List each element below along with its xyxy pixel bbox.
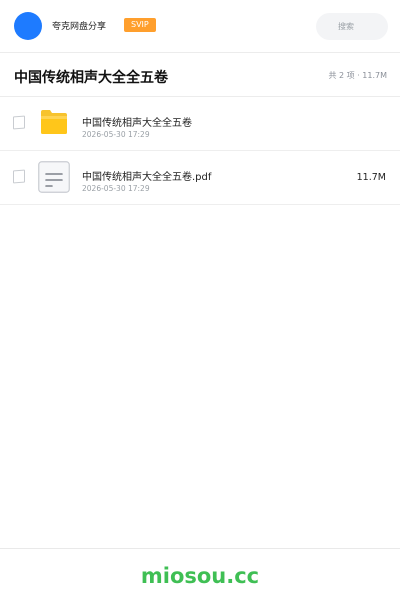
page-title: 中国传统相声大全全五卷: [14, 70, 168, 86]
item-summary: 共 2 项 · 11.7M: [328, 71, 387, 80]
list-item[interactable]: 中国传统相声大全全五卷 2026-05-30 17:29: [0, 97, 400, 151]
pdf-document-icon: [38, 161, 70, 193]
footer: miosou.cc: [0, 548, 400, 600]
site-watermark: miosou.cc: [140, 564, 260, 588]
folder-title-row: 中国传统相声大全全五卷 共 2 项 · 11.7M: [0, 54, 400, 97]
select-checkbox[interactable]: [13, 115, 25, 130]
select-checkbox[interactable]: [13, 169, 25, 184]
file-name: 中国传统相声大全全五卷.pdf: [82, 172, 212, 183]
list-item[interactable]: 中国传统相声大全全五卷.pdf 2026-05-30 17:29 11.7M: [0, 151, 400, 205]
sharer-name: 夸克网盘分享: [52, 22, 107, 32]
file-name: 中国传统相声大全全五卷: [82, 118, 192, 129]
vip-badge: SVIP: [124, 18, 156, 32]
file-date: 2026-05-30 17:29: [82, 130, 150, 139]
folder-icon: [41, 110, 67, 134]
top-bar: 夸克网盘分享 SVIP: [0, 0, 400, 53]
file-size: 11.7M: [356, 172, 386, 183]
share-page: 夸克网盘分享 SVIP 中国传统相声大全全五卷 共 2 项 · 11.7M 中国…: [0, 0, 400, 600]
search-input[interactable]: [316, 13, 388, 40]
avatar[interactable]: [14, 12, 42, 40]
file-date: 2026-05-30 17:29: [82, 184, 150, 193]
